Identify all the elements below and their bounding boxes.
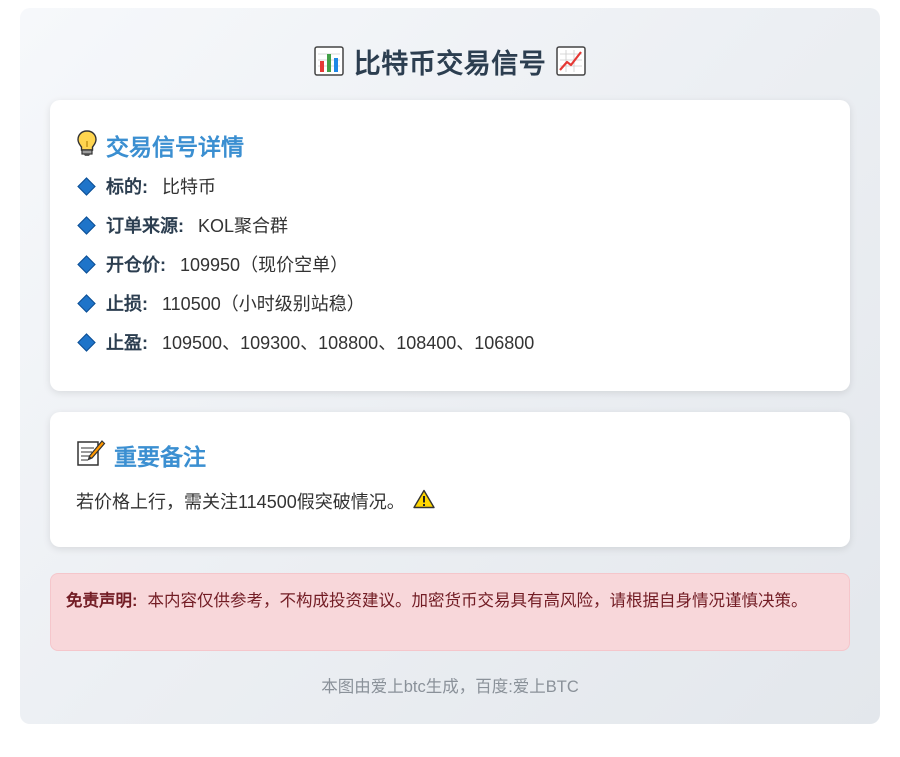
detail-value: 110500（小时级别站稳） xyxy=(162,294,365,314)
detail-label: 订单来源: xyxy=(106,216,184,236)
disclaimer-label: 免责声明: xyxy=(66,592,138,610)
detail-label: 标的: xyxy=(106,177,148,197)
diamond-bullet-icon xyxy=(77,254,96,274)
light-bulb-icon xyxy=(76,129,98,162)
detail-label: 止损: xyxy=(106,294,148,314)
diamond-bullet-icon xyxy=(77,176,96,196)
detail-item-entry-price: 开仓价: 109950（现价空单） xyxy=(76,252,348,276)
details-header: 交易信号详情 xyxy=(76,128,244,162)
detail-value: 109500、109300、108800、108400、106800 xyxy=(162,333,535,353)
important-notes-card: 重要备注 若价格上行，需关注114500假突破情况。 xyxy=(50,412,850,547)
disclaimer-box: 免责声明: 本内容仅供参考，不构成投资建议。加密货币交易具有高风险，请根据自身情况… xyxy=(50,573,850,651)
detail-item-asset: 标的: 比特币 xyxy=(76,174,216,198)
detail-item-stop-loss: 止损: 110500（小时级别站稳） xyxy=(76,291,365,315)
page-title: 比特币交易信号 xyxy=(353,48,547,79)
memo-icon xyxy=(76,439,106,472)
note-text-row: 若价格上行，需关注114500假突破情况。 xyxy=(76,488,435,514)
title-row: 比特币交易信号 xyxy=(20,41,880,81)
detail-label: 止盈: xyxy=(106,333,148,353)
warning-icon xyxy=(413,489,435,514)
diamond-bullet-icon xyxy=(77,332,96,352)
diamond-bullet-icon xyxy=(77,293,96,313)
diamond-bullet-icon xyxy=(77,215,96,235)
detail-item-source: 订单来源: KOL聚合群 xyxy=(76,213,288,237)
detail-label: 开仓价: xyxy=(106,255,166,275)
chart-increasing-icon xyxy=(556,46,586,76)
disclaimer-text: 本内容仅供参考，不构成投资建议。加密货币交易具有高风险，请根据自身情况谨慎决策。 xyxy=(147,592,808,610)
detail-value: 比特币 xyxy=(162,177,216,197)
bar-chart-icon xyxy=(314,46,344,76)
details-title: 交易信号详情 xyxy=(106,134,244,160)
notes-title: 重要备注 xyxy=(114,444,206,470)
footer-credit: 本图由爱上btc生成，百度:爱上BTC xyxy=(321,678,579,696)
note-text: 若价格上行，需关注114500假突破情况。 xyxy=(76,492,405,512)
signal-details-card: 交易信号详情 标的: 比特币 订单来源: KOL聚合群 开仓价: 109950（… xyxy=(50,100,850,391)
signal-card-page: 比特币交易信号 交易信号详情 标的: 比特币 订单来源: KOL聚合群 开仓价:… xyxy=(20,8,880,724)
detail-item-take-profit: 止盈: 109500、109300、108800、108400、106800 xyxy=(76,330,534,354)
detail-value: 109950（现价空单） xyxy=(180,255,349,275)
notes-header: 重要备注 xyxy=(76,438,206,472)
detail-value: KOL聚合群 xyxy=(198,216,289,236)
